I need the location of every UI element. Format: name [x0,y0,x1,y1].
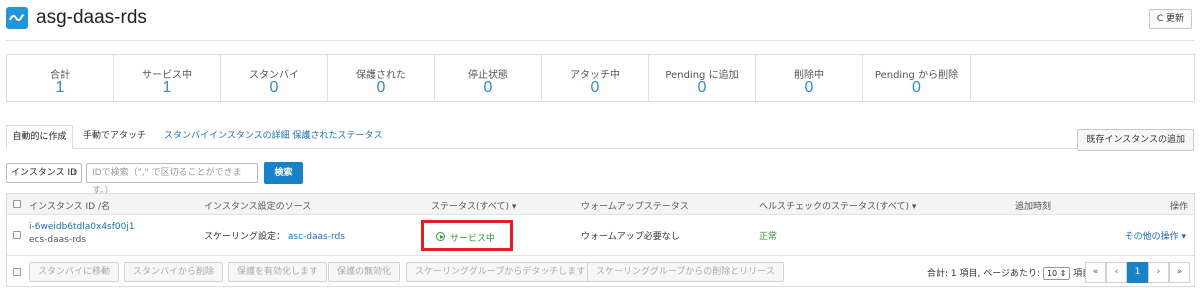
page-1-button[interactable]: 1 [1127,262,1148,283]
more-actions-link[interactable]: その他の操作 ▾ [1125,229,1186,242]
col-status-label: ステータス(すべて) [431,202,510,212]
prev-page-button[interactable]: ‹ [1106,262,1127,283]
col-instance-id: インスタンス ID /名 [29,202,110,212]
select-all-checkbox[interactable] [13,200,21,208]
table-footer: スタンバイに移動 スタンバイから削除 保護を有効化します 保護の無効化 スケーリ… [7,256,1194,286]
sort-caret-icon: ⇕ [72,169,78,177]
instance-stats: 合計 1 サービス中 1 スタンバイ 0 保護された 0 停止状態 0 アタッチ… [6,54,1195,102]
pagination-summary: 合計: 1 項目, ページあたり: 10 ⇕ 項目 [927,266,1091,280]
col-status[interactable]: ステータス(すべて) ▾ [431,199,516,212]
status-highlight-box: サービス中 [421,220,513,251]
search-button[interactable]: 検索 [264,162,303,184]
stat-value[interactable]: 0 [863,79,970,97]
footer-select-all-checkbox[interactable] [13,268,21,276]
header-divider [6,40,1194,41]
add-existing-instance-button[interactable]: 既存インスタンスの追加 [1077,129,1194,151]
config-source-prefix: スケーリング設定： [204,232,286,242]
health-status: 正常 [759,232,778,242]
page-size-value: 10 [1046,269,1058,278]
scaling-config-link[interactable]: asc-daas-rds [288,232,345,242]
summary-prefix: 合計: 1 項目, ページあたり: [927,269,1041,279]
filter-field-select[interactable]: インスタンス ID ⇕ [6,163,82,183]
tab-bar: 自動的に作成 手動でアタッチ スタンバイインスタンスの詳細 保護されたステータス [6,125,1194,149]
status-in-service: サービス中 [450,234,496,244]
disable-protection-button[interactable]: 保護の無効化 [328,262,401,282]
dropdown-caret-icon: ▾ [511,202,517,212]
col-added-time: 追加時刻 [1015,202,1052,212]
page-size-select[interactable]: 10 ⇕ [1042,267,1071,280]
last-page-button[interactable]: » [1169,262,1190,283]
stat-stopped: 停止状態 0 [435,55,542,101]
row-checkbox[interactable] [13,231,21,239]
stat-pending-remove: Pending から削除 0 [863,55,971,101]
tab-auto-created[interactable]: 自動的に作成 [6,125,73,149]
stat-value[interactable]: 0 [756,79,862,97]
move-to-standby-button[interactable]: スタンバイに移動 [29,262,120,282]
stat-value[interactable]: 1 [7,79,113,97]
filter-select-value: インスタンス ID [11,168,78,178]
dropdown-caret-icon: ▾ [911,202,917,212]
stat-total: 合計 1 [7,55,114,101]
table-header: インスタンス ID /名 インスタンス設定のソース ステータス(すべて) ▾ ウ… [7,194,1194,215]
instance-table: インスタンス ID /名 インスタンス設定のソース ステータス(すべて) ▾ ウ… [6,193,1195,287]
page-title: asg-daas-rds [36,7,147,28]
stat-attaching: アタッチ中 0 [542,55,649,101]
refresh-button[interactable]: C 更新 [1148,9,1192,29]
stat-in-service: サービス中 1 [114,55,221,101]
standby-protected-details-link[interactable]: スタンバイインスタンスの詳細 保護されたステータス [164,125,383,149]
stat-protected: 保護された 0 [328,55,435,101]
more-actions-label: その他の操作 [1124,232,1179,242]
auto-scaling-logo-icon [6,7,28,29]
stat-value[interactable]: 0 [542,79,648,97]
stat-value[interactable]: 0 [328,79,434,97]
stat-value[interactable]: 0 [435,79,541,97]
config-source: スケーリング設定： asc-daas-rds [204,229,345,242]
col-health-label: ヘルスチェックのステータス(すべて) [759,202,910,212]
stat-value[interactable]: 1 [114,79,220,97]
stat-standby: スタンバイ 0 [221,55,328,101]
search-input[interactable]: IDで検索（"," で区切ることができます。） [86,163,258,196]
instance-name: ecs-daas-rds [29,235,87,245]
enable-protection-button[interactable]: 保護を有効化します [228,262,328,282]
col-actions: 操作 [1169,202,1188,212]
table-row: i-6weidb6tdla0x4sf00j1 ecs-daas-rds スケーリ… [7,215,1194,256]
stat-removing: 削除中 0 [756,55,863,101]
dropdown-caret-icon: ▾ [1181,232,1186,242]
next-page-button[interactable]: › [1148,262,1169,283]
stat-pending-add: Pending に追加 0 [649,55,756,101]
warmup-status: ウォームアップ必要なし [581,232,680,242]
play-circle-icon [436,232,445,241]
instance-id-link[interactable]: i-6weidb6tdla0x4sf00j1 [29,222,135,232]
page-header: asg-daas-rds C 更新 [6,6,1196,30]
tab-manually-attached[interactable]: 手動でアタッチ [83,125,146,149]
col-health-status[interactable]: ヘルスチェックのステータス(すべて) ▾ [759,199,916,212]
first-page-button[interactable]: « [1085,262,1106,283]
col-warmup-status: ウォームアップステータス [581,202,689,212]
stat-value[interactable]: 0 [221,79,327,97]
remove-from-standby-button[interactable]: スタンバイから削除 [124,262,224,282]
col-config-source: インスタンス設定のソース [204,202,312,212]
stat-value[interactable]: 0 [649,79,755,97]
detach-from-group-button[interactable]: スケーリンググループからデタッチします [406,262,595,282]
remove-and-release-button[interactable]: スケーリンググループからの削除とリリース [587,262,784,282]
